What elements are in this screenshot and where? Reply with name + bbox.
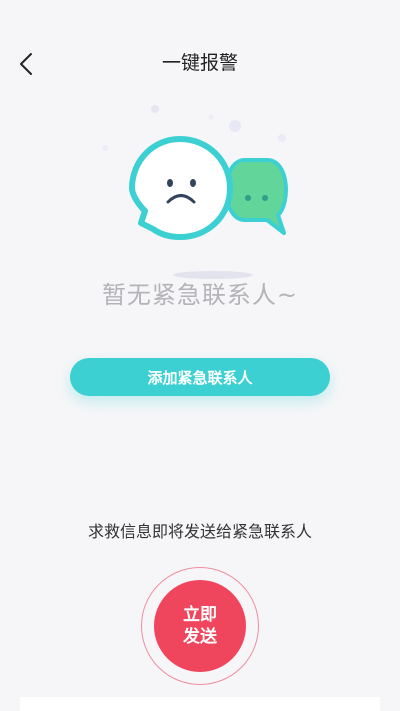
empty-state-illustration	[95, 95, 305, 285]
send-label-line2: 发送	[183, 627, 217, 647]
send-label-line1: 立即	[183, 605, 217, 625]
empty-state-message: 暂无紧急联系人~	[101, 281, 299, 309]
page-title: 一键报警	[161, 52, 238, 74]
add-emergency-contact-button[interactable]: 添加紧急联系人	[70, 358, 330, 396]
send-now-button[interactable]: 立即 发送	[154, 580, 246, 672]
send-hint-text: 求救信息即将发送给紧急联系人	[87, 522, 312, 541]
bottom-panel	[20, 697, 380, 711]
sad-chat-bubbles-icon	[102, 105, 288, 279]
send-button-ring: 立即 发送	[141, 567, 259, 685]
